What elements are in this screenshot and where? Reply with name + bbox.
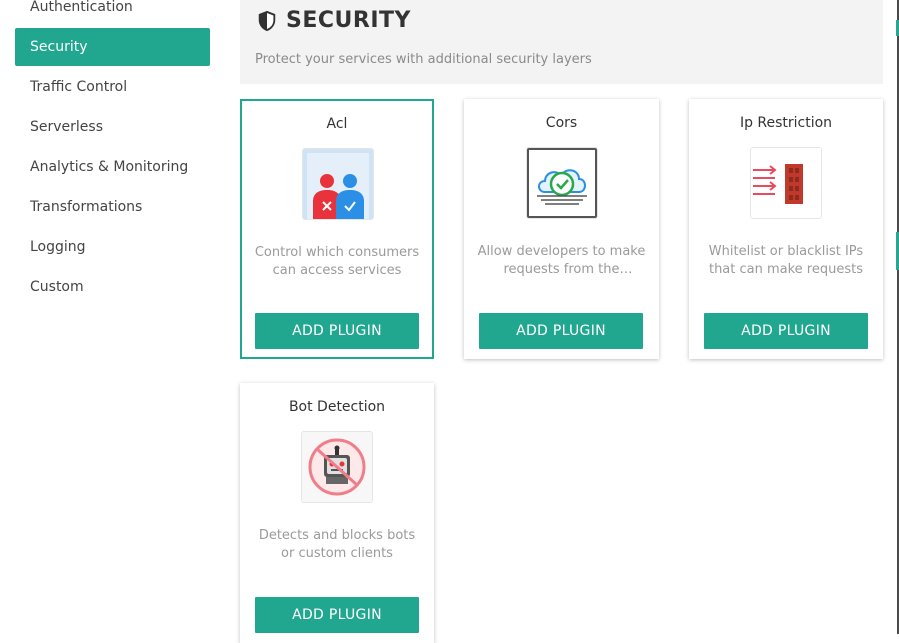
plugin-name: Acl xyxy=(326,116,348,132)
add-plugin-button[interactable]: ADD PLUGIN xyxy=(704,313,868,349)
sidebar-item-transformations[interactable]: Transformations xyxy=(15,188,210,226)
plugin-card-ip-restriction[interactable]: Ip Restriction Whitelist or blacklist IP… xyxy=(689,99,883,359)
plugin-description: Whitelist or blacklist IPs that can make… xyxy=(708,244,864,277)
sidebar-item-traffic-control[interactable]: Traffic Control xyxy=(15,68,210,106)
page-title-row: SECURITY xyxy=(256,8,411,33)
plugin-name: Cors xyxy=(545,115,578,131)
sidebar-item-logging[interactable]: Logging xyxy=(15,228,210,266)
plugin-name: Bot Detection xyxy=(288,399,386,415)
page-subtitle: Protect your services with additional se… xyxy=(255,52,592,67)
plugin-description: Detects and blocks bots or custom client… xyxy=(258,528,416,561)
shield-icon xyxy=(258,10,276,31)
plugin-name: Ip Restriction xyxy=(739,115,833,131)
add-plugin-button[interactable]: ADD PLUGIN xyxy=(479,313,643,349)
sidebar-item-authentication[interactable]: Authentication xyxy=(15,0,210,26)
sidebar-item-security[interactable]: Security xyxy=(15,28,210,66)
plugin-card-cors[interactable]: Cors Allow developers to make requests f… xyxy=(464,99,659,359)
sidebar-item-serverless[interactable]: Serverless xyxy=(15,108,210,146)
category-sidebar: Authentication Security Traffic Control … xyxy=(15,0,210,308)
section-header: SECURITY Protect your services with addi… xyxy=(240,0,883,84)
plugin-card-acl[interactable]: Acl Control which consumers can access s… xyxy=(240,99,434,359)
page-title: SECURITY xyxy=(286,8,411,33)
sidebar-item-analytics-monitoring[interactable]: Analytics & Monitoring xyxy=(15,148,210,186)
add-plugin-button[interactable]: ADD PLUGIN xyxy=(255,597,419,633)
firewall-icon xyxy=(750,147,822,219)
sidebar-item-custom[interactable]: Custom xyxy=(15,268,210,306)
plugin-description: Control which consumers can access servi… xyxy=(254,245,420,278)
plugin-description: Allow developers to make requests from t… xyxy=(477,244,646,277)
plugin-card-bot-detection[interactable]: Bot Detection Detects and blocks bots or… xyxy=(240,383,434,643)
cloud-check-icon xyxy=(526,147,598,219)
add-plugin-button[interactable]: ADD PLUGIN xyxy=(255,313,419,349)
no-bot-icon xyxy=(301,431,373,503)
users-access-icon xyxy=(302,148,374,220)
